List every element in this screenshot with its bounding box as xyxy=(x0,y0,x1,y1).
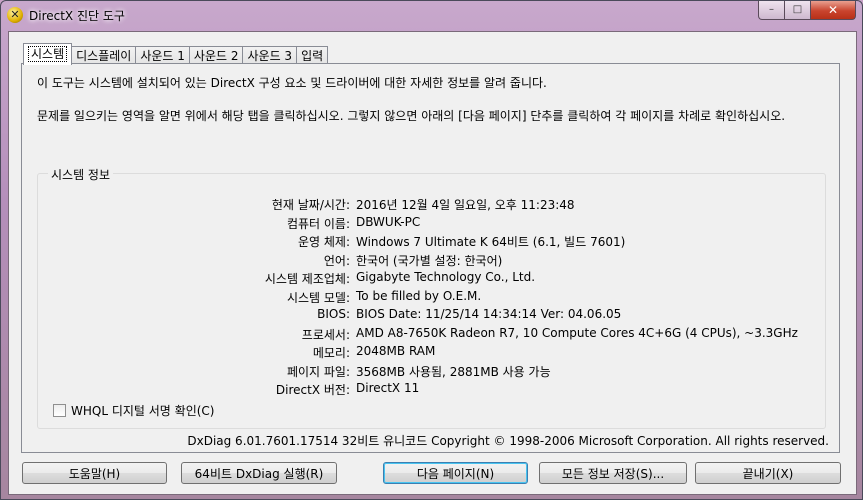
info-key: BIOS: xyxy=(317,307,350,321)
info-row-page-file: 페이지 파일: 3568MB 사용됨, 2881MB 사용 가능 xyxy=(38,363,825,382)
info-key: 메모리: xyxy=(312,346,350,360)
help-button[interactable]: 도움말(H) xyxy=(22,462,167,484)
info-value: BIOS Date: 11/25/14 14:34:14 Ver: 04.06.… xyxy=(356,307,622,321)
system-info-group: 시스템 정보 현재 날짜/시간: 2016년 12월 4일 일요일, 오후 11:… xyxy=(37,166,826,429)
info-key: 컴퓨터 이름: xyxy=(286,216,350,231)
tab-strip: 시스템 디스플레이 사운드 1 사운드 2 사운드 3 입력 xyxy=(23,42,329,65)
info-row-os: 운영 체제: Windows 7 Ultimate K 64비트 (6.1, 빌드… xyxy=(38,233,825,252)
tab-system-label: 시스템 xyxy=(28,46,68,62)
info-value: 3568MB 사용됨, 2881MB 사용 가능 xyxy=(356,364,551,379)
run-64bit-button[interactable]: 64비트 DxDiag 실행(R) xyxy=(181,462,337,484)
info-value: 한국어 (국가별 설정: 한국어) xyxy=(356,253,503,268)
info-key: 프로세서: xyxy=(301,327,350,342)
system-info-rows: 현재 날짜/시간: 2016년 12월 4일 일요일, 오후 11:23:48 컴… xyxy=(38,196,825,400)
info-key: DirectX 버전: xyxy=(275,383,350,397)
info-row-computer-name: 컴퓨터 이름: DBWUK-PC xyxy=(38,215,825,234)
info-key: 현재 날짜/시간: xyxy=(271,198,350,212)
info-value: AMD A8-7650K Radeon R7, 10 Compute Cores… xyxy=(356,325,798,340)
info-row-bios: BIOS: BIOS Date: 11/25/14 14:34:14 Ver: 0… xyxy=(38,307,825,326)
dxdiag-window: ✕ DirectX 진단 도구 – □ ✕ 시스템 디스플레이 사운드 1 사운… xyxy=(0,0,863,500)
info-row-language: 언어: 한국어 (국가별 설정: 한국어) xyxy=(38,252,825,271)
info-value: 2048MB RAM xyxy=(356,344,436,358)
info-value: To be filled by O.E.M. xyxy=(356,288,482,303)
info-row-directx-version: DirectX 버전: DirectX 11 xyxy=(38,381,825,400)
info-value: DBWUK-PC xyxy=(356,214,421,229)
window-title: DirectX 진단 도구 xyxy=(29,9,125,23)
whql-check[interactable]: WHQL 디지털 서명 확인(C) xyxy=(53,402,215,419)
info-key: 시스템 제조업체: xyxy=(264,272,350,286)
caption-buttons: – □ ✕ xyxy=(758,1,856,21)
save-all-button[interactable]: 모든 정보 저장(S)... xyxy=(539,462,687,484)
intro-text-2: 문제를 일으키는 영역을 알면 위에서 해당 탭을 클릭하십시오. 그렇지 않으… xyxy=(37,109,786,123)
tab-system[interactable]: 시스템 xyxy=(23,43,73,65)
next-page-button[interactable]: 다음 페이지(N) xyxy=(383,462,528,484)
title-bar[interactable]: ✕ DirectX 진단 도구 – □ ✕ xyxy=(1,1,862,29)
whql-label: WHQL 디지털 서명 확인(C) xyxy=(71,404,215,418)
close-button[interactable]: ✕ xyxy=(811,1,856,20)
info-value: Gigabyte Technology Co., Ltd. xyxy=(356,270,536,284)
info-value: DirectX 11 xyxy=(356,381,420,395)
system-info-title: 시스템 정보 xyxy=(48,166,114,183)
info-key: 운영 체제: xyxy=(297,235,350,249)
info-key: 페이지 파일: xyxy=(286,364,350,379)
info-key: 시스템 모델: xyxy=(286,290,350,305)
copyright-text: DxDiag 6.01.7601.17514 32비트 유니코드 Copyrig… xyxy=(187,434,829,448)
info-row-model: 시스템 모델: To be filled by O.E.M. xyxy=(38,289,825,308)
minimize-button[interactable]: – xyxy=(758,1,785,20)
directx-icon: ✕ xyxy=(7,7,23,23)
client-area: 시스템 디스플레이 사운드 1 사운드 2 사운드 3 입력 이 도구는 시스템… xyxy=(8,31,857,495)
intro-text-1: 이 도구는 시스템에 설치되어 있는 DirectX 구성 요소 및 드라이버에… xyxy=(37,76,547,90)
info-row-datetime: 현재 날짜/시간: 2016년 12월 4일 일요일, 오후 11:23:48 xyxy=(38,196,825,215)
exit-button[interactable]: 끝내기(X) xyxy=(695,462,841,484)
whql-checkbox[interactable] xyxy=(53,404,66,417)
info-row-manufacturer: 시스템 제조업체: Gigabyte Technology Co., Ltd. xyxy=(38,270,825,289)
info-value: 2016년 12월 4일 일요일, 오후 11:23:48 xyxy=(356,198,575,212)
info-value: Windows 7 Ultimate K 64비트 (6.1, 빌드 7601) xyxy=(356,235,626,249)
system-tab-panel: 이 도구는 시스템에 설치되어 있는 DirectX 구성 요소 및 드라이버에… xyxy=(21,63,840,453)
info-row-memory: 메모리: 2048MB RAM xyxy=(38,344,825,363)
info-key: 언어: xyxy=(323,253,350,268)
info-row-processor: 프로세서: AMD A8-7650K Radeon R7, 10 Compute … xyxy=(38,326,825,345)
maximize-button[interactable]: □ xyxy=(785,1,811,20)
